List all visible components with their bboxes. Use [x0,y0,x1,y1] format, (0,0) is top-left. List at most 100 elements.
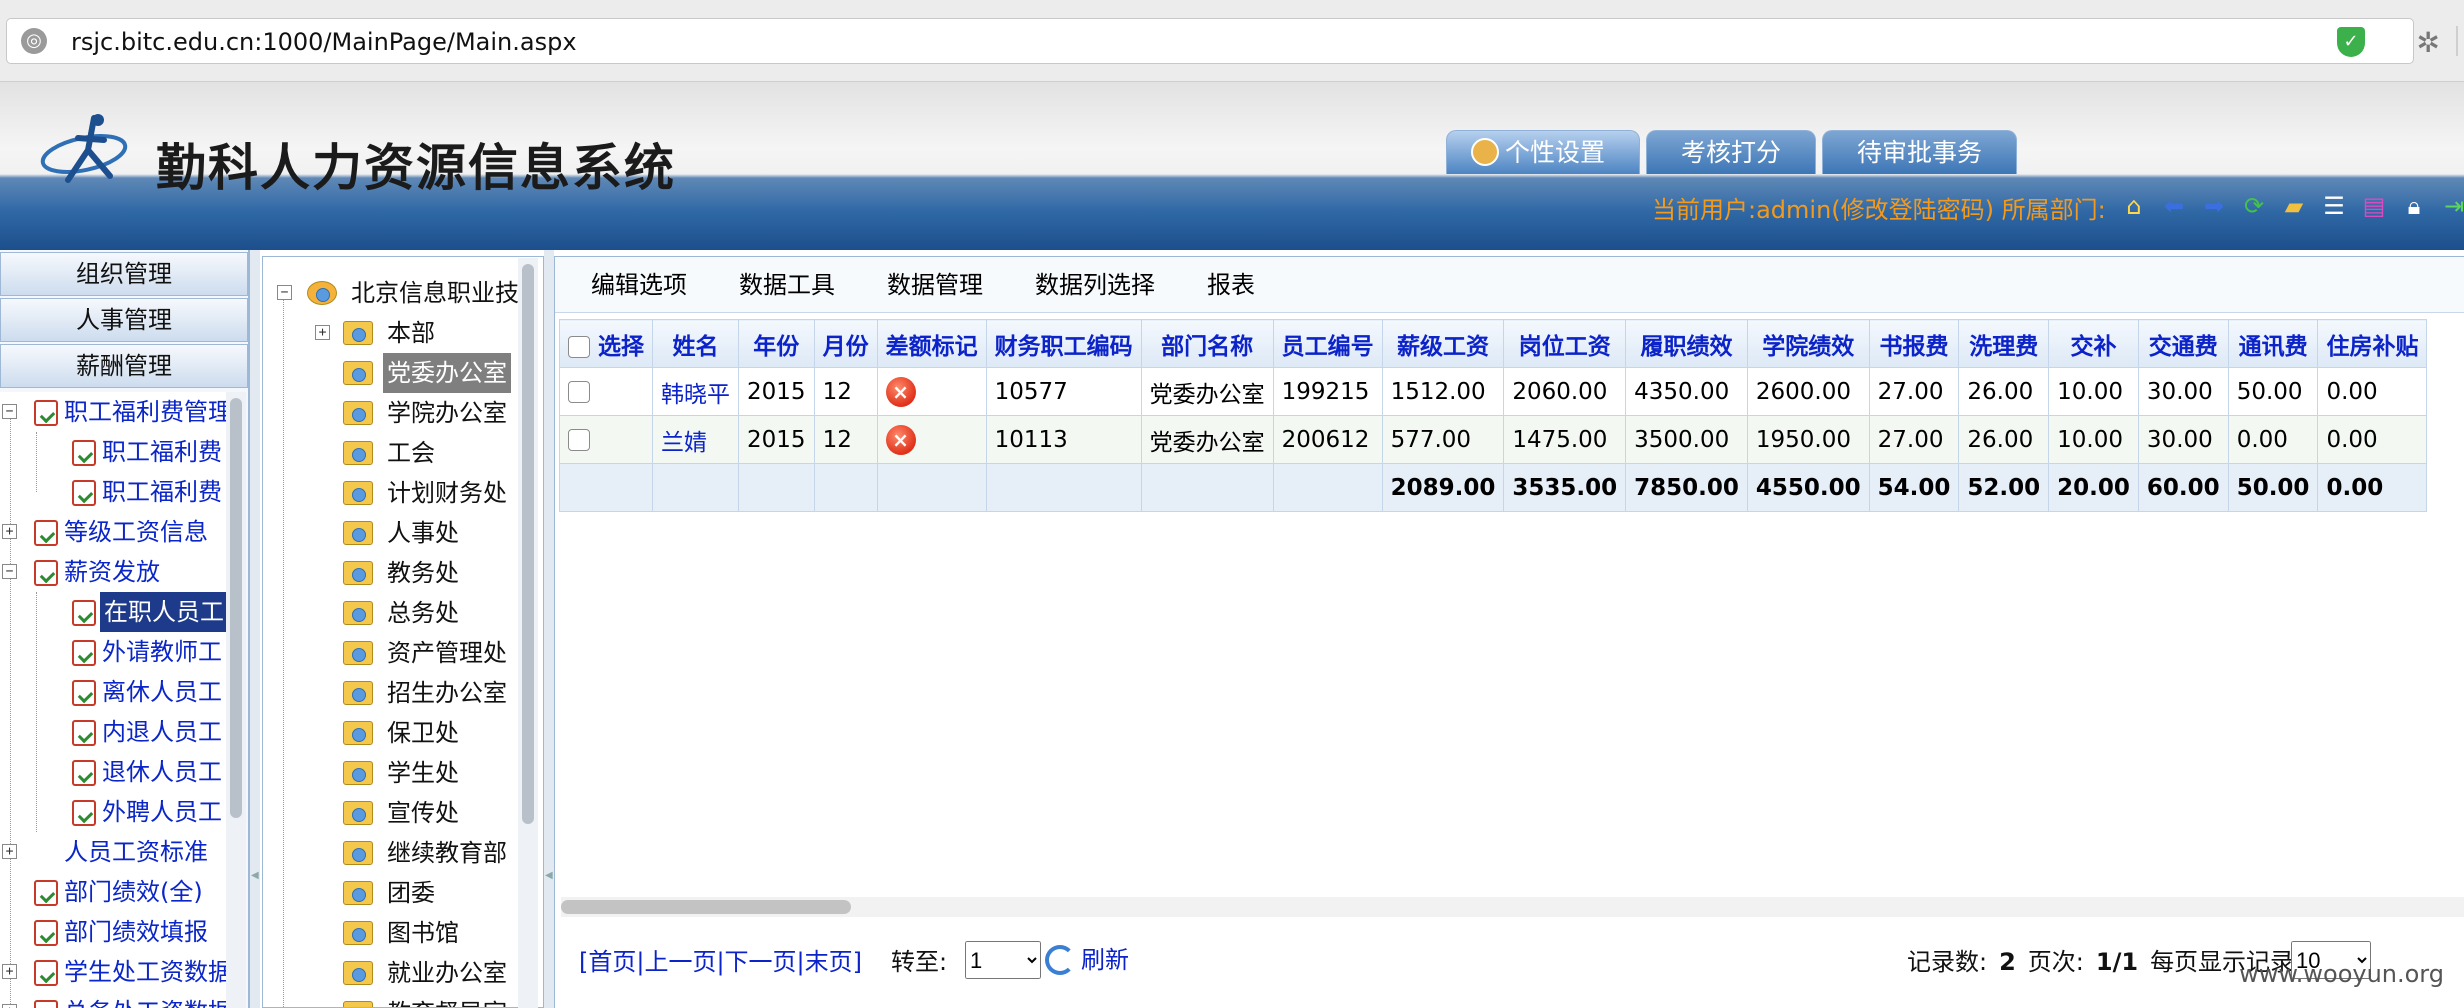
col-phone[interactable]: 通讯费 [2227,319,2319,368]
back-arrow-icon[interactable]: ⬅ [2158,190,2190,222]
goto-page-select[interactable]: 1 [965,941,1041,979]
next-page-link[interactable]: 下一页| [725,948,805,976]
menu-item-retired-cadres[interactable]: 离休人员工 [0,672,226,712]
list-icon[interactable]: ☰ [2318,190,2350,222]
row-checkbox[interactable] [568,429,590,451]
employee-name-link[interactable]: 韩晓平 [661,382,730,408]
folder-icon[interactable]: ▰ [2278,190,2310,222]
dept-item[interactable]: 就业办公室 [263,953,543,993]
col-year[interactable]: 年份 [738,319,815,368]
book-icon[interactable]: ▤ [2358,190,2390,222]
col-books[interactable]: 书报费 [1868,319,1960,368]
extension-icon[interactable]: ✲ [2417,26,2440,59]
col-dept[interactable]: 部门名称 [1140,319,1274,368]
url-box[interactable]: ◎ rsjc.bitc.edu.cn:1000/MainPage/Main.as… [6,18,2414,64]
collapse-toggle[interactable]: − [2,564,17,579]
menu-item-welfare[interactable]: − 职工福利费管理 [0,392,226,432]
grid-horizontal-scrollbar[interactable] [561,897,2464,917]
col-finance-code[interactable]: 财务职工编码 [985,319,1142,368]
refresh-icon[interactable]: ⟳ [2238,190,2270,222]
col-traffic[interactable]: 交通费 [2137,319,2229,368]
dept-item[interactable]: 招生办公室 [263,673,543,713]
dept-item[interactable]: 工会 [263,433,543,473]
dept-item[interactable]: 继续教育部 [263,833,543,873]
table-row[interactable]: 兰婧 2015 12 × 10113 党委办公室 200612 577.00 1… [558,415,2428,464]
col-wash[interactable]: 洗理费 [1958,319,2050,368]
menu-item-contract-staff[interactable]: 外聘人员工 [0,792,226,832]
module-salary-management[interactable]: 薪酬管理 [0,344,248,388]
tab-pending-approvals[interactable]: 待审批事务 [1822,130,2018,174]
select-all-checkbox[interactable] [568,336,590,358]
change-password-link[interactable]: 修改登陆密码 [1841,196,1985,224]
dept-root[interactable]: − 北京信息职业技 [263,273,543,313]
menu-item-general-affairs-salary[interactable]: + 总务处工资数据 [0,992,226,1008]
scroll-thumb[interactable] [522,264,534,824]
col-month[interactable]: 月份 [813,319,878,368]
tab-personal-settings[interactable]: 个性设置 [1446,130,1641,174]
dept-item[interactable]: 总务处 [263,593,543,633]
home-icon[interactable]: ⌂ [2118,190,2150,222]
menu-item-salary-standard[interactable]: + 人员工资标准 [0,832,226,872]
collapse-toggle[interactable]: − [277,285,292,300]
dept-item-benbu[interactable]: + 本部 [263,313,543,353]
dept-item[interactable]: 宣传处 [263,793,543,833]
col-performance[interactable]: 履职绩效 [1625,319,1748,368]
middle-splitter[interactable]: ◀ [544,250,554,1008]
expand-toggle[interactable]: + [2,844,17,859]
tab-assessment[interactable]: 考核打分 [1646,130,1817,174]
menu-data-management[interactable]: 数据管理 [887,267,983,303]
dept-item[interactable]: 图书馆 [263,913,543,953]
dept-tree-scrollbar[interactable] [518,258,538,1008]
menu-item-retired[interactable]: 退休人员工 [0,752,226,792]
dept-item[interactable]: 计划财务处 [263,473,543,513]
module-org-management[interactable]: 组织管理 [0,252,248,296]
expand-toggle[interactable]: + [315,325,330,340]
menu-edit-options[interactable]: 编辑选项 [591,267,687,303]
menu-item-dept-perf-all[interactable]: 部门绩效(全) [0,872,226,912]
menu-item-student-office-salary[interactable]: + 学生处工资数据 [0,952,226,992]
dept-item[interactable]: 保卫处 [263,713,543,753]
col-post-salary[interactable]: 岗位工资 [1503,319,1627,368]
dept-item-party-office[interactable]: 党委办公室 [263,353,543,393]
lock-icon[interactable]: 🔒︎ [2398,190,2430,222]
menu-item-payroll[interactable]: − 薪资发放 [0,552,226,592]
prev-page-link[interactable]: 上一页| [644,948,724,976]
menu-item-active-staff[interactable]: 在职人员工 [0,592,226,632]
menu-reports[interactable]: 报表 [1207,267,1255,303]
forward-arrow-icon[interactable]: ➡ [2198,190,2230,222]
col-housing[interactable]: 住房补贴 [2317,319,2428,368]
left-splitter[interactable]: ◀ [250,250,260,1008]
menu-data-tools[interactable]: 数据工具 [739,267,835,303]
col-college-perf[interactable]: 学院绩效 [1746,319,1870,368]
dept-item[interactable]: 教育督导室 [263,993,543,1007]
menu-item-welfare-1[interactable]: 职工福利费 [0,432,226,472]
shield-icon[interactable]: ✓ [2337,27,2365,57]
col-name[interactable]: 姓名 [652,319,740,368]
col-traffic-sub[interactable]: 交补 [2048,319,2139,368]
last-page-link[interactable]: 末页] [805,948,862,976]
url-text[interactable]: rsjc.bitc.edu.cn:1000/MainPage/Main.aspx [71,27,577,57]
dept-item[interactable]: 资产管理处 [263,633,543,673]
col-select[interactable]: 选择 [558,319,654,368]
dept-item[interactable]: 教务处 [263,553,543,593]
dept-item[interactable]: 团委 [263,873,543,913]
module-personnel-management[interactable]: 人事管理 [0,298,248,342]
collapse-toggle[interactable]: − [2,404,17,419]
col-diff-flag[interactable]: 差额标记 [876,319,987,368]
menu-item-early-retired[interactable]: 内退人员工 [0,712,226,752]
expand-toggle[interactable]: + [2,1004,17,1008]
menu-item-dept-perf-fill[interactable]: 部门绩效填报 [0,912,226,952]
scroll-thumb[interactable] [230,398,242,818]
first-page-link[interactable]: [首页| [579,948,644,976]
menu-item-grade-salary[interactable]: + 等级工资信息 [0,512,226,552]
row-checkbox[interactable] [568,381,590,403]
expand-toggle[interactable]: + [2,524,17,539]
dept-item[interactable]: 学生处 [263,753,543,793]
menu-item-welfare-2[interactable]: 职工福利费 [0,472,226,512]
employee-name-link[interactable]: 兰婧 [661,430,707,456]
scroll-thumb[interactable] [561,900,851,914]
expand-toggle[interactable]: + [2,964,17,979]
menu-column-select[interactable]: 数据列选择 [1035,267,1155,303]
exit-icon[interactable]: ⇥ [2438,190,2464,222]
dept-item[interactable]: 人事处 [263,513,543,553]
